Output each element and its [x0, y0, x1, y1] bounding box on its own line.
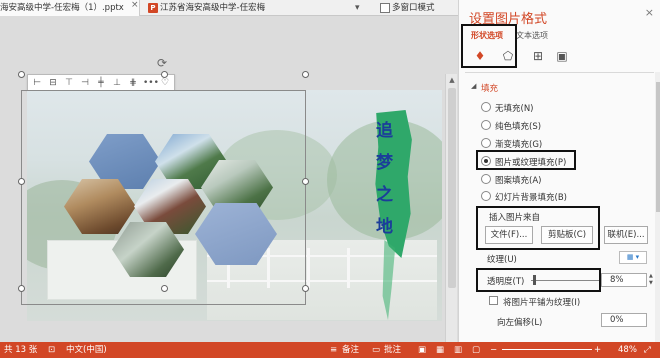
tab-dropdown-icon[interactable]: ▾ — [355, 0, 360, 16]
tile-texture-checkbox[interactable] — [489, 296, 498, 305]
collapse-arrow-icon[interactable]: ◢ — [471, 82, 476, 90]
resize-handle[interactable] — [302, 71, 309, 78]
offset-left-label: 向左偏移(L) — [497, 318, 543, 328]
zoom-slider[interactable] — [502, 349, 592, 350]
calligraphy-char: 地 — [376, 217, 393, 237]
document-tab-1-label: 海安高级中学-任宏梅（1）.pptx — [0, 3, 124, 13]
radio-pattern-fill[interactable] — [481, 174, 491, 184]
radio-slide-background-fill[interactable] — [481, 191, 491, 201]
radio-label[interactable]: 图案填充(A) — [495, 174, 541, 186]
pane-divider — [465, 72, 654, 73]
tile-texture-label[interactable]: 将图片平铺为纹理(I) — [503, 296, 580, 308]
zoom-out-icon[interactable]: − — [490, 342, 497, 358]
zoom-in-icon[interactable]: + — [594, 342, 601, 358]
reading-view-icon[interactable]: ▥ — [454, 342, 462, 358]
distribute-icon[interactable]: ⋕ — [127, 77, 139, 89]
size-properties-icon[interactable]: ⊞ — [529, 48, 547, 64]
multi-window-icon[interactable] — [380, 3, 390, 13]
comments-icon[interactable]: ▭ — [372, 342, 380, 358]
fill-section-header[interactable]: 填充 — [481, 82, 498, 94]
favorite-heart-icon[interactable]: ♡ — [159, 77, 171, 89]
resize-handle[interactable] — [18, 178, 25, 185]
radio-label[interactable]: 无填充(N) — [495, 102, 534, 114]
align-middle-icon[interactable]: ╪ — [95, 77, 107, 89]
calligraphy-char: 梦 — [376, 153, 393, 173]
radio-gradient-fill[interactable] — [481, 138, 491, 148]
radio-no-fill[interactable] — [481, 102, 491, 112]
close-pane-icon[interactable]: × — [645, 6, 654, 19]
align-bottom-icon[interactable]: ⊥ — [111, 77, 123, 89]
radio-label[interactable]: 幻灯片背景填充(B) — [495, 191, 567, 203]
offset-left-input[interactable]: 0% — [601, 313, 647, 327]
slide-count: 共 13 张 — [4, 345, 38, 355]
vertical-scrollbar[interactable]: ▲ — [445, 74, 457, 342]
resize-handle[interactable] — [161, 285, 168, 292]
bridge-post — [307, 248, 310, 288]
slide-sorter-icon[interactable]: ▦ — [436, 342, 444, 358]
highlight-callout-box — [476, 206, 600, 250]
notes-icon[interactable]: ≡ — [330, 342, 337, 358]
rotate-handle-icon[interactable]: ⟳ — [157, 56, 167, 70]
document-tab-2-label: 江苏省海安高级中学-任宏梅 — [160, 3, 266, 13]
close-tab-icon[interactable]: × — [131, 0, 139, 10]
highlight-callout-box — [476, 268, 601, 292]
more-options-icon[interactable]: ••• — [143, 77, 159, 89]
radio-label[interactable]: 纯色填充(S) — [495, 120, 541, 132]
document-tab-bar: 海安高级中学-任宏梅（1）.pptx × P 江苏省海安高级中学-任宏梅 ▾ 多… — [0, 0, 458, 16]
selection-box — [21, 90, 306, 305]
calligraphy-char: 追 — [376, 121, 393, 141]
resize-handle[interactable] — [18, 71, 25, 78]
highlight-callout-box — [461, 24, 517, 68]
language-indicator[interactable]: 中文(中国) — [66, 342, 107, 358]
slideshow-icon[interactable]: ▢ — [472, 342, 480, 358]
resize-handle[interactable] — [161, 71, 168, 78]
transparency-input[interactable]: 8% — [601, 273, 647, 287]
floating-layout-toolbar: ⊢ ⊟ ⊤ ⊣ ╪ ⊥ ⋕ ••• ♡ — [27, 74, 175, 91]
zoom-level[interactable]: 48% — [618, 342, 637, 358]
resize-handle[interactable] — [18, 285, 25, 292]
multi-window-mode-label[interactable]: 多窗口模式 — [392, 0, 435, 16]
online-button[interactable]: 联机(E)... — [604, 226, 648, 244]
slide-canvas: ⊢ ⊟ ⊤ ⊣ ╪ ⊥ ⋕ ••• ♡ ⟳ 追 梦 之 地 ▲ — [0, 16, 458, 342]
scroll-up-icon[interactable]: ▲ — [446, 74, 458, 86]
format-picture-pane: 设置图片格式 × 形状选项 文本选项 ♦ ⬠ ⊞ ▣ ◢ 填充 无填充(N) 纯… — [458, 0, 660, 342]
status-bar: 共 13 张 ⊡ 中文(中国) ≡ 备注 ▭ 批注 ▣ ▦ ▥ ▢ − + 48… — [0, 342, 660, 358]
bridge-post — [347, 248, 350, 288]
align-top-icon[interactable]: ⊤ — [63, 77, 75, 89]
fit-to-window-icon[interactable]: ⤢ — [644, 342, 651, 358]
notes-button[interactable]: 备注 — [342, 342, 359, 358]
resize-handle[interactable] — [302, 285, 309, 292]
highlight-callout-box — [476, 150, 576, 170]
document-tab-1[interactable]: 海安高级中学-任宏梅（1）.pptx — [0, 0, 140, 16]
tab-text-options[interactable]: 文本选项 — [516, 30, 548, 41]
radio-solid-fill[interactable] — [481, 120, 491, 130]
pane-scrollbar-thumb[interactable] — [656, 82, 660, 212]
pane-scrollbar[interactable] — [655, 72, 660, 342]
texture-picker-dropdown[interactable]: ▦ ▾ — [619, 251, 647, 264]
calligraphy-char: 之 — [376, 185, 393, 205]
radio-label[interactable]: 渐变填充(G) — [495, 138, 542, 150]
scrollbar-thumb[interactable] — [448, 88, 456, 288]
normal-view-icon[interactable]: ▣ — [418, 342, 426, 358]
picture-icon[interactable]: ▣ — [553, 48, 571, 64]
texture-label: 纹理(U) — [487, 255, 517, 265]
align-center-icon[interactable]: ⊟ — [47, 77, 59, 89]
align-left-icon[interactable]: ⊢ — [31, 77, 43, 89]
comments-button[interactable]: 批注 — [384, 342, 401, 358]
resize-handle[interactable] — [302, 178, 309, 185]
spellcheck-icon[interactable]: ⊡ — [48, 342, 55, 358]
document-tab-2[interactable]: 江苏省海安高级中学-任宏梅 — [146, 0, 294, 16]
align-right-icon[interactable]: ⊣ — [79, 77, 91, 89]
